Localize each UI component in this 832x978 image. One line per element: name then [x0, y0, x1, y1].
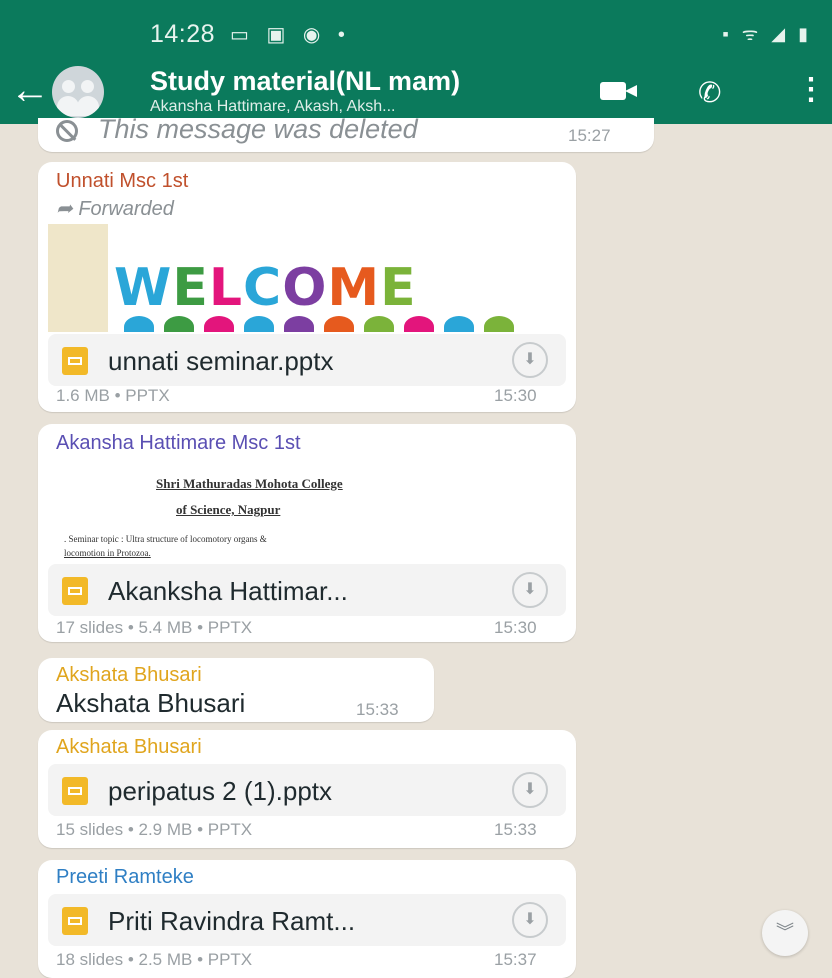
message-bubble-deleted[interactable]: This message was deleted 15:27	[38, 114, 654, 152]
download-icon[interactable]: ⬇	[512, 572, 548, 608]
message-bubble-file[interactable]: Preeti Ramteke Priti Ravindra Ramt... ⬇ …	[38, 860, 576, 978]
file-meta: 17 slides • 5.4 MB • PPTX	[56, 618, 253, 637]
sender-name: Preeti Ramteke	[56, 866, 194, 888]
chat-title[interactable]: Study material(NL mam)	[150, 66, 460, 97]
preview-line: Shri Mathuradas Mohota College	[156, 476, 343, 491]
preview-text: WELCOME	[114, 258, 417, 318]
sender-name: Akshata Bhusari	[56, 664, 202, 686]
file-name: unnati seminar.pptx	[108, 346, 334, 376]
file-preview-image[interactable]: WELCOME	[48, 224, 566, 332]
pptx-file-icon	[62, 577, 88, 605]
more-menu-icon[interactable]: ⋮	[796, 72, 826, 107]
voice-call-icon[interactable]: ✆	[698, 76, 721, 109]
blocked-icon	[56, 120, 78, 142]
preview-line: . Seminar topic : Ultra structure of loc…	[64, 534, 267, 544]
forwarded-text: Forwarded	[78, 198, 174, 220]
file-meta: 18 slides • 2.5 MB • PPTX	[56, 950, 253, 969]
message-time: 15:30	[494, 618, 537, 637]
file-meta: 15 slides • 2.9 MB • PPTX	[56, 820, 253, 839]
sender-name: Akshata Bhusari	[56, 736, 202, 758]
file-name: Akanksha Hattimar...	[108, 576, 348, 606]
chevrons-down-icon[interactable]: ︾	[762, 910, 808, 956]
download-icon[interactable]: ⬇	[512, 342, 548, 378]
message-bubble-file[interactable]: Akansha Hattimare Msc 1st Shri Mathurada…	[38, 424, 576, 642]
file-name: peripatus 2 (1).pptx	[108, 776, 333, 806]
sender-name: Unnati Msc 1st	[56, 170, 189, 192]
preview-line: locomotion in Protozoa.	[64, 548, 151, 558]
forwarded-label: ➦ Forwarded	[56, 198, 174, 220]
message-time: 15:33	[494, 820, 537, 839]
download-icon[interactable]: ⬇	[512, 902, 548, 938]
message-time: 15:30	[494, 386, 537, 405]
message-bubble-file[interactable]: Unnati Msc 1st ➦ Forwarded WELCOME unnat…	[38, 162, 576, 412]
status-bar: 14:28 ▭ ▣ ◉ • ▪ ᯤ ◢ ▮	[0, 0, 832, 60]
video-call-icon[interactable]	[600, 82, 637, 100]
deleted-message-text: This message was deleted	[98, 114, 418, 144]
file-attachment[interactable]: peripatus 2 (1).pptx ⬇	[48, 764, 566, 816]
status-time: 14:28	[150, 20, 216, 48]
system-status-icons: ▪ ᯤ ◢ ▮	[722, 24, 812, 44]
message-time: 15:27	[568, 126, 611, 145]
preview-line: of Science, Nagpur	[176, 502, 281, 517]
download-icon[interactable]: ⬇	[512, 772, 548, 808]
file-attachment[interactable]: Akanksha Hattimar... ⬇	[48, 564, 566, 616]
sender-name: Akansha Hattimare Msc 1st	[56, 432, 301, 454]
pptx-file-icon	[62, 777, 88, 805]
pptx-file-icon	[62, 907, 88, 935]
notification-icons: ▭ ▣ ◉ •	[230, 24, 351, 46]
message-bubble-file[interactable]: Akshata Bhusari peripatus 2 (1).pptx ⬇ 1…	[38, 730, 576, 848]
message-time: 15:37	[494, 950, 537, 969]
preview-strip	[48, 224, 108, 332]
pptx-file-icon	[62, 347, 88, 375]
file-attachment[interactable]: unnati seminar.pptx ⬇	[48, 334, 566, 386]
message-time: 15:33	[356, 700, 399, 719]
message-bubble-text[interactable]: Akshata Bhusari Akshata Bhusari 15:33	[38, 658, 434, 722]
arrow-left-icon[interactable]: ←	[10, 70, 50, 110]
file-name: Priti Ravindra Ramt...	[108, 906, 356, 936]
file-attachment[interactable]: Priti Ravindra Ramt... ⬇	[48, 894, 566, 946]
file-meta: 1.6 MB • PPTX	[56, 386, 170, 405]
group-avatar[interactable]	[52, 66, 104, 118]
message-text: Akshata Bhusari	[56, 688, 246, 718]
